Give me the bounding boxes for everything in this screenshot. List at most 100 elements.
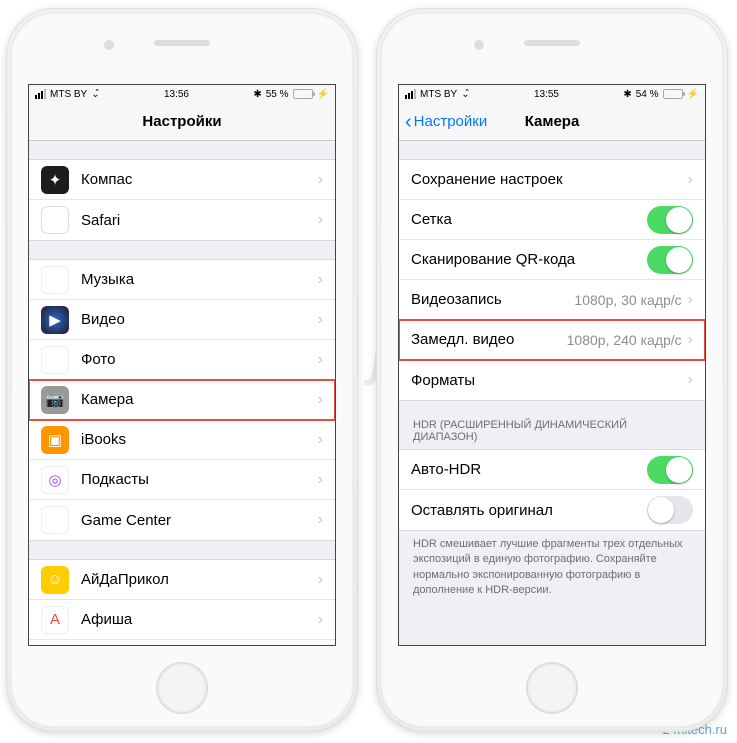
charging-icon: ⚡ bbox=[687, 89, 699, 100]
ibooks-icon: ▣ bbox=[41, 426, 69, 454]
battery-percent: 55 % bbox=[266, 89, 289, 100]
row-label: Сохранение настроек bbox=[411, 171, 688, 188]
chevron-right-icon: › bbox=[318, 471, 323, 489]
row-slomo[interactable]: Замедл. видео 1080p, 240 кадр/с › bbox=[399, 320, 705, 360]
фото-icon: ✿ bbox=[41, 346, 69, 374]
settings-row-википедия[interactable]: WВикипедия› bbox=[29, 640, 335, 645]
row-label: Safari bbox=[81, 212, 318, 229]
settings-row-фото[interactable]: ✿Фото› bbox=[29, 340, 335, 380]
settings-list[interactable]: ✦Компас›✳Safari› ♫Музыка›▶Видео›✿Фото›📷К… bbox=[29, 141, 335, 645]
chevron-right-icon: › bbox=[688, 171, 693, 189]
айдаприкол-icon: ☺ bbox=[41, 566, 69, 594]
камера-icon: 📷 bbox=[41, 386, 69, 414]
settings-row-видео[interactable]: ▶ Видео› bbox=[29, 300, 335, 340]
status-bar: MTS BY ⌄̂ 13:56 ✱ 55 % ⚡ bbox=[29, 85, 335, 103]
chevron-right-icon: › bbox=[318, 511, 323, 529]
toggle-auto-hdr[interactable] bbox=[647, 456, 693, 484]
settings-row-айдаприкол[interactable]: ☺ АйДаПрикол› bbox=[29, 560, 335, 600]
row-label: Афиша bbox=[81, 611, 318, 628]
chevron-left-icon: ‹ bbox=[405, 112, 412, 132]
wifi-icon: ⌄̂ bbox=[461, 89, 469, 100]
hdr-section-header: HDR (РАСШИРЕННЫЙ ДИНАМИЧЕСКИЙ ДИАПАЗОН) bbox=[399, 401, 705, 449]
settings-row-ibooks[interactable]: ▣ iBooks› bbox=[29, 420, 335, 460]
row-label: iBooks bbox=[81, 431, 318, 448]
афиша-icon: A bbox=[41, 606, 69, 634]
front-camera-dot bbox=[474, 40, 484, 50]
row-label: Форматы bbox=[411, 372, 688, 389]
back-button[interactable]: ‹ Настройки bbox=[405, 112, 487, 132]
speaker-grill bbox=[524, 40, 580, 46]
hdr-section-footer: HDR смешивает лучшие фрагменты трех отде… bbox=[399, 531, 705, 613]
row-label: Game Center bbox=[81, 512, 318, 529]
signal-icon bbox=[405, 89, 416, 99]
row-label: Сетка bbox=[411, 211, 647, 228]
settings-row-game-center[interactable]: ❀ Game Center› bbox=[29, 500, 335, 540]
carrier-label: MTS BY bbox=[420, 89, 457, 100]
row-scan-qr[interactable]: Сканирование QR-кода bbox=[399, 240, 705, 280]
chevron-right-icon: › bbox=[318, 391, 323, 409]
back-label: Настройки bbox=[414, 113, 488, 130]
settings-row-safari[interactable]: ✳ Safari› bbox=[29, 200, 335, 240]
status-time: 13:56 bbox=[164, 89, 189, 100]
camera-settings[interactable]: Сохранение настроек › Сетка Сканирование… bbox=[399, 141, 705, 645]
row-label: Авто-HDR bbox=[411, 461, 647, 478]
bluetooth-icon: ✱ bbox=[253, 89, 261, 100]
row-label: Подкасты bbox=[81, 471, 318, 488]
row-label: Замедл. видео bbox=[411, 331, 567, 348]
screen-right: MTS BY ⌄̂ 13:55 ✱ 54 % ⚡ ‹ Настройки bbox=[398, 84, 706, 646]
row-label: АйДаПрикол bbox=[81, 571, 318, 588]
settings-row-музыка[interactable]: ♫Музыка› bbox=[29, 260, 335, 300]
chevron-right-icon: › bbox=[318, 571, 323, 589]
chevron-right-icon: › bbox=[318, 431, 323, 449]
row-preserve-settings[interactable]: Сохранение настроек › bbox=[399, 160, 705, 200]
signal-icon bbox=[35, 89, 46, 99]
safari-icon: ✳ bbox=[41, 206, 69, 234]
game center-icon: ❀ bbox=[41, 506, 69, 534]
battery-percent: 54 % bbox=[636, 89, 659, 100]
battery-icon bbox=[293, 89, 313, 99]
screen-left: MTS BY ⌄̂ 13:56 ✱ 55 % ⚡ Настройки ✦Комп bbox=[28, 84, 336, 646]
battery-icon bbox=[663, 89, 683, 99]
toggle-grid[interactable] bbox=[647, 206, 693, 234]
settings-row-компас[interactable]: ✦Компас› bbox=[29, 160, 335, 200]
settings-row-афиша[interactable]: A Афиша› bbox=[29, 600, 335, 640]
settings-row-подкасты[interactable]: ◎ Подкасты› bbox=[29, 460, 335, 500]
navbar: ‹ Настройки Камера bbox=[399, 103, 705, 141]
bluetooth-icon: ✱ bbox=[623, 89, 631, 100]
home-button[interactable] bbox=[526, 662, 578, 714]
музыка-icon: ♫ bbox=[41, 266, 69, 294]
chevron-right-icon: › bbox=[318, 171, 323, 189]
row-keep-original[interactable]: Оставлять оригинал bbox=[399, 490, 705, 530]
wifi-icon: ⌄̂ bbox=[91, 89, 99, 100]
front-camera-dot bbox=[104, 40, 114, 50]
page-title: Настройки bbox=[142, 113, 221, 130]
settings-row-камера[interactable]: 📷Камера› bbox=[29, 380, 335, 420]
phone-frame-left: MTS BY ⌄̂ 13:56 ✱ 55 % ⚡ Настройки ✦Комп bbox=[6, 8, 358, 732]
charging-icon: ⚡ bbox=[317, 89, 329, 100]
chevron-right-icon: › bbox=[318, 271, 323, 289]
row-auto-hdr[interactable]: Авто-HDR bbox=[399, 450, 705, 490]
toggle-keep-original[interactable] bbox=[647, 496, 693, 524]
chevron-right-icon: › bbox=[318, 611, 323, 629]
chevron-right-icon: › bbox=[318, 351, 323, 369]
home-button[interactable] bbox=[156, 662, 208, 714]
row-label: Видеозапись bbox=[411, 291, 574, 308]
chevron-right-icon: › bbox=[688, 291, 693, 309]
chevron-right-icon: › bbox=[318, 311, 323, 329]
row-label: Оставлять оригинал bbox=[411, 502, 647, 519]
status-bar: MTS BY ⌄̂ 13:55 ✱ 54 % ⚡ bbox=[399, 85, 705, 103]
chevron-right-icon: › bbox=[688, 371, 693, 389]
row-formats[interactable]: Форматы › bbox=[399, 360, 705, 400]
row-record-video[interactable]: Видеозапись 1080p, 30 кадр/с › bbox=[399, 280, 705, 320]
chevron-right-icon: › bbox=[318, 211, 323, 229]
подкасты-icon: ◎ bbox=[41, 466, 69, 494]
row-label: Сканирование QR-кода bbox=[411, 251, 647, 268]
navbar: Настройки bbox=[29, 103, 335, 141]
видео-icon: ▶ bbox=[41, 306, 69, 334]
page-title: Камера bbox=[525, 113, 580, 130]
toggle-qr[interactable] bbox=[647, 246, 693, 274]
row-label: Видео bbox=[81, 311, 318, 328]
speaker-grill bbox=[154, 40, 210, 46]
row-grid[interactable]: Сетка bbox=[399, 200, 705, 240]
row-detail: 1080p, 240 кадр/с bbox=[567, 332, 682, 348]
